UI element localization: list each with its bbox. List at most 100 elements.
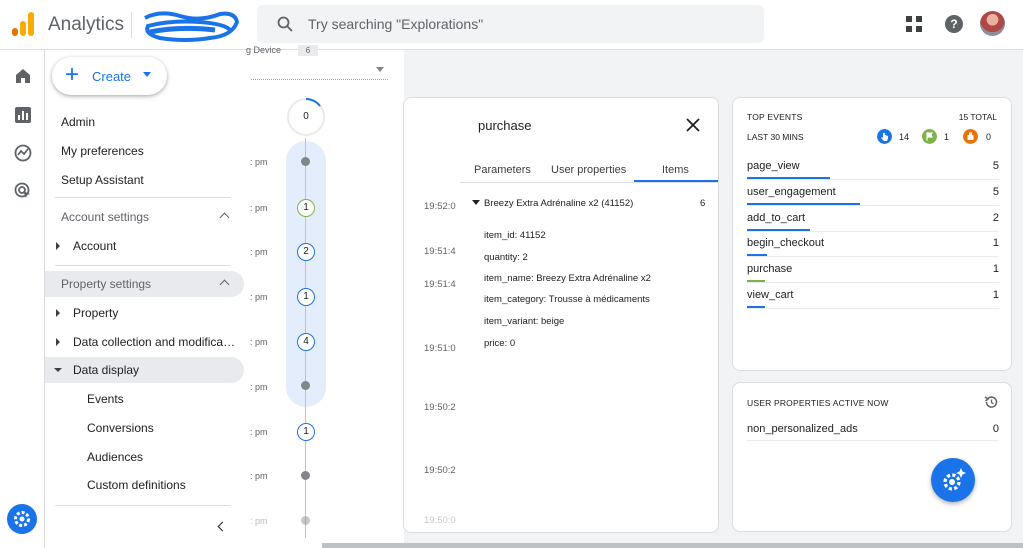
active-tab-indicator <box>634 180 718 182</box>
event-count: 1 <box>992 237 999 250</box>
event-share-bar <box>747 202 860 205</box>
top-events-total: 15 TOTAL <box>958 112 997 122</box>
event-name: page_view <box>747 160 800 172</box>
tab-items[interactable]: Items <box>662 164 689 176</box>
device-count-badge: 6 <box>298 45 318 56</box>
plus-icon: + <box>65 61 80 88</box>
top-event-row[interactable]: user_engagement 5 <box>747 180 999 206</box>
nav-custom-definitions[interactable]: Custom definitions <box>45 472 244 498</box>
nav-data-display[interactable]: Data display <box>45 357 244 383</box>
item-param: item_name: Breezy Extra Adrénaline x2 <box>484 273 651 284</box>
timeline-event-ring[interactable]: 4 <box>297 333 315 351</box>
nav-label: Property settings <box>61 277 152 291</box>
timeline-event-ring[interactable]: 1 <box>297 423 315 441</box>
item-header[interactable]: Breezy Extra Adrénaline x2 (41152) <box>484 198 633 209</box>
nav-label: Conversions <box>87 421 154 435</box>
event-detail-card: purchase Parameters User properties Item… <box>403 97 719 533</box>
nav-my-preferences[interactable]: My preferences <box>45 138 244 164</box>
nav-label: Account <box>73 239 117 253</box>
timeline-event-dot[interactable] <box>301 516 310 525</box>
event-count: 5 <box>992 185 999 198</box>
event-count: 1 <box>992 263 999 276</box>
tab-parameters[interactable]: Parameters <box>474 164 531 176</box>
search-bar[interactable]: Try searching "Explorations" <box>257 5 764 43</box>
event-time: 19:50:0 <box>424 515 456 526</box>
top-event-row[interactable]: add_to_cart 2 <box>747 206 999 232</box>
create-label: Create <box>92 69 132 84</box>
nav-label: Custom definitions <box>87 478 186 492</box>
analytics-logo-icon[interactable] <box>12 12 34 36</box>
collapse-arrow-icon <box>54 368 62 372</box>
timeline-event-ring[interactable]: 2 <box>297 243 315 261</box>
apps-grid-icon[interactable] <box>906 16 922 32</box>
horizontal-scrollbar[interactable] <box>322 543 1023 548</box>
redacted-account-scribble[interactable] <box>140 8 240 44</box>
tabs-divider <box>460 182 718 183</box>
timeline-time: : pm <box>250 516 268 526</box>
top-event-row[interactable]: purchase 1 <box>747 257 999 284</box>
reports-icon[interactable] <box>14 106 32 124</box>
top-event-row[interactable]: begin_checkout 1 <box>747 231 999 258</box>
create-button[interactable]: + Create <box>52 57 167 95</box>
nav-divider <box>55 505 231 506</box>
nav-data-collection[interactable]: Data collection and modifica… <box>45 329 244 355</box>
help-icon[interactable]: ? <box>945 15 963 33</box>
top-event-row[interactable]: view_cart 1 <box>747 283 999 309</box>
timeline-time: : pm <box>250 292 268 302</box>
nav-account[interactable]: Account <box>45 233 244 259</box>
vertical-scrollbar[interactable] <box>1017 50 1023 543</box>
event-share-bar <box>747 254 767 257</box>
nav-admin[interactable]: Admin <box>45 109 244 135</box>
event-time: 19:52:0 <box>424 201 456 212</box>
explore-icon[interactable] <box>14 144 32 162</box>
search-placeholder[interactable]: Try searching "Explorations" <box>308 16 483 32</box>
flag-icon <box>922 129 937 144</box>
top-app-bar: Analytics Try searching "Explorations" ? <box>0 0 1023 50</box>
advertising-icon[interactable] <box>14 182 32 200</box>
user-property-row[interactable]: non_personalized_ads 0 <box>747 417 999 441</box>
event-share-bar <box>747 280 765 283</box>
collapse-arrow-icon[interactable] <box>472 200 480 205</box>
dropdown-caret-icon[interactable] <box>376 67 384 72</box>
timeline-event-dot[interactable] <box>301 471 310 480</box>
nav-label: Data collection and modifica… <box>73 335 236 349</box>
top-events-title: TOP EVENTS <box>747 112 803 122</box>
event-name: user_engagement <box>747 185 836 198</box>
tab-user-properties[interactable]: User properties <box>551 164 626 176</box>
event-time: 19:50:2 <box>424 465 456 476</box>
app-title[interactable]: Analytics <box>48 14 124 36</box>
nav-account-settings-header[interactable]: Account settings <box>45 204 244 230</box>
device-selector-underline <box>251 79 388 80</box>
nav-label: Admin <box>61 115 96 129</box>
nav-label: My preferences <box>61 144 144 158</box>
avatar[interactable] <box>980 11 1005 36</box>
event-share-bar <box>747 177 830 179</box>
nav-audiences[interactable]: Audiences <box>45 444 244 470</box>
item-count: 6 <box>700 198 706 209</box>
history-icon[interactable] <box>984 395 998 409</box>
timeline-event-dot[interactable] <box>301 157 310 166</box>
nav-setup-assistant[interactable]: Setup Assistant <box>45 167 244 193</box>
touch-icon <box>877 129 892 144</box>
nav-events[interactable]: Events <box>45 386 244 412</box>
event-count: 1 <box>992 289 999 301</box>
admin-settings-button[interactable] <box>7 504 37 534</box>
timeline-time: : pm <box>250 337 268 347</box>
event-share-bar <box>747 306 765 308</box>
timeline-event-dot[interactable] <box>301 381 310 390</box>
top-event-row[interactable]: page_view 5 <box>747 154 999 180</box>
close-icon[interactable] <box>686 118 700 132</box>
event-time: 19:51:0 <box>424 343 456 354</box>
nav-property[interactable]: Property <box>45 300 244 326</box>
home-icon[interactable] <box>14 67 32 85</box>
item-param: item_category: Trousse à médicaments <box>484 294 650 305</box>
timeline-event-ring[interactable]: 1 <box>297 288 315 306</box>
nav-conversions[interactable]: Conversions <box>45 415 244 441</box>
error-count: 0 <box>986 132 992 142</box>
nav-property-settings-header[interactable]: Property settings <box>45 271 244 297</box>
assist-fab-button[interactable] <box>931 458 975 502</box>
user-property-value: 0 <box>992 423 999 435</box>
timeline-time: : pm <box>250 157 268 167</box>
user-property-name: non_personalized_ads <box>747 423 858 435</box>
timeline-event-ring[interactable]: 1 <box>297 199 315 217</box>
